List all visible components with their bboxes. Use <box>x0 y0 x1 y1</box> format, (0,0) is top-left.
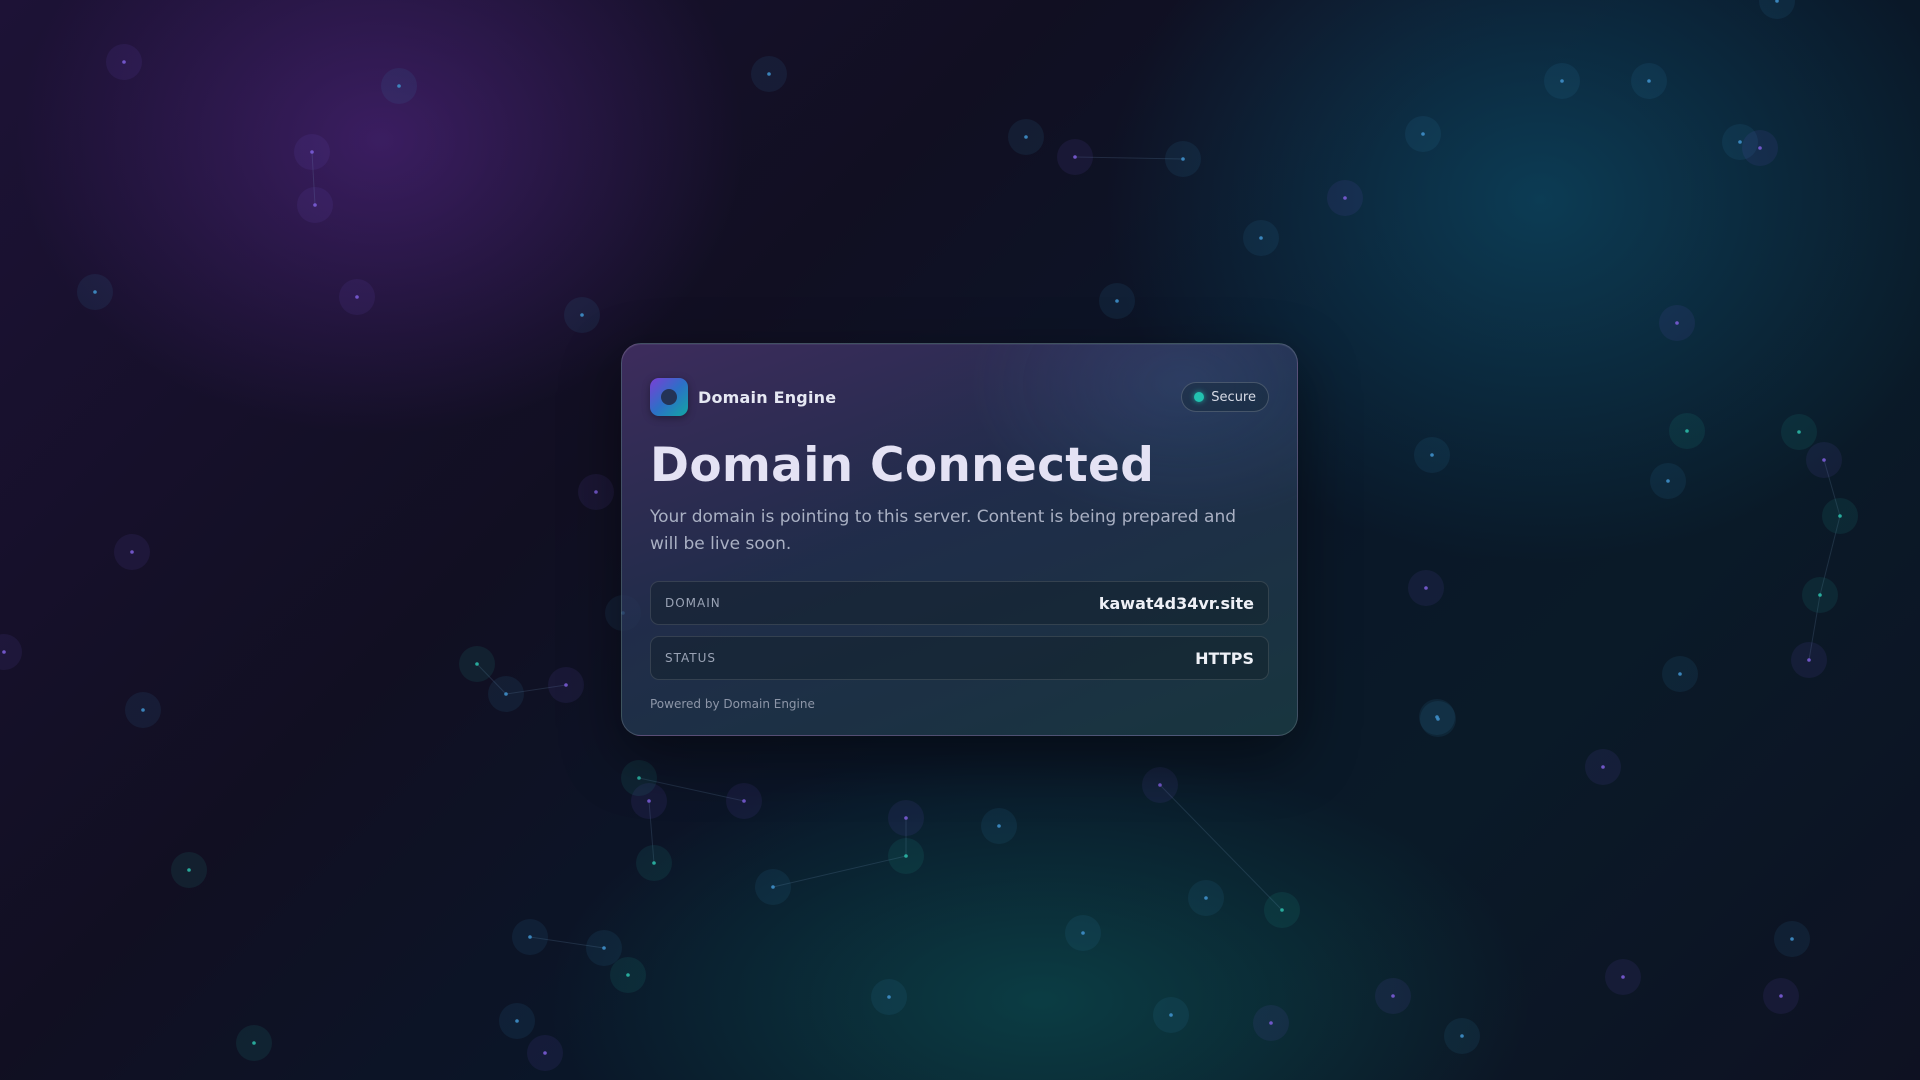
star <box>1685 429 1689 433</box>
star <box>1115 299 1119 303</box>
star <box>742 799 746 803</box>
star <box>130 550 134 554</box>
domain-status-card: Domain Engine Secure Domain Connected Yo… <box>621 343 1298 736</box>
star <box>1675 321 1679 325</box>
status-row: STATUS HTTPS <box>650 636 1269 680</box>
card-header: Domain Engine Secure <box>650 378 1269 416</box>
secure-badge: Secure <box>1181 382 1269 412</box>
star <box>767 72 771 76</box>
domain-label: DOMAIN <box>665 596 721 610</box>
star <box>122 60 126 64</box>
star <box>1169 1013 1173 1017</box>
star <box>187 868 191 872</box>
star <box>997 824 1001 828</box>
star <box>1343 196 1347 200</box>
star <box>1424 586 1428 590</box>
star <box>1073 155 1077 159</box>
star <box>504 692 508 696</box>
star <box>1818 593 1822 597</box>
star-glow <box>1759 0 1795 19</box>
star <box>1024 135 1028 139</box>
brand: Domain Engine <box>650 378 836 416</box>
star <box>904 816 908 820</box>
star <box>580 313 584 317</box>
page-title: Domain Connected <box>650 438 1155 493</box>
star <box>1647 79 1651 83</box>
domain-value: kawat4d34vr.site <box>1098 593 1254 613</box>
star <box>1838 514 1842 518</box>
star <box>602 946 606 950</box>
star <box>475 662 479 666</box>
star <box>1269 1021 1273 1025</box>
star <box>594 490 598 494</box>
star <box>1807 658 1811 662</box>
star <box>528 935 532 939</box>
star <box>1790 937 1794 941</box>
star <box>647 799 651 803</box>
powered-by-footer: Powered by Domain Engine <box>650 697 815 711</box>
star <box>887 995 891 999</box>
domain-row: DOMAIN kawat4d34vr.site <box>650 581 1269 625</box>
star <box>1738 140 1742 144</box>
star <box>1430 453 1434 457</box>
star <box>1259 236 1263 240</box>
star <box>252 1041 256 1045</box>
page-description: Your domain is pointing to this server. … <box>650 507 1237 554</box>
star <box>1601 765 1605 769</box>
star <box>141 708 145 712</box>
star <box>1666 479 1670 483</box>
star <box>652 861 656 865</box>
secure-badge-label: Secure <box>1211 389 1256 405</box>
star <box>1560 79 1564 83</box>
star-link <box>772 855 907 888</box>
star <box>1758 146 1762 150</box>
status-label: STATUS <box>665 651 717 665</box>
star <box>515 1019 519 1023</box>
star <box>1779 994 1783 998</box>
star <box>93 290 97 294</box>
star <box>1621 975 1625 979</box>
star <box>2 650 6 654</box>
star <box>1391 994 1395 998</box>
star <box>1204 896 1208 900</box>
star <box>355 295 359 299</box>
star <box>543 1051 547 1055</box>
brand-name: Domain Engine <box>698 387 837 407</box>
star <box>1822 458 1826 462</box>
star <box>1158 783 1162 787</box>
star <box>1081 931 1085 935</box>
status-dot-icon <box>1194 392 1205 402</box>
star <box>1460 1034 1464 1038</box>
star <box>1181 157 1185 161</box>
star <box>1797 430 1801 434</box>
status-value: HTTPS <box>1195 648 1254 668</box>
star <box>313 203 317 207</box>
star <box>904 854 908 858</box>
star <box>1421 132 1425 136</box>
star <box>771 885 775 889</box>
domain-engine-logo-icon <box>650 378 688 416</box>
star <box>397 84 401 88</box>
star <box>637 776 641 780</box>
star <box>1280 908 1284 912</box>
star <box>564 683 568 687</box>
star <box>1678 672 1682 676</box>
star <box>626 973 630 977</box>
star <box>310 150 314 154</box>
star <box>1436 717 1440 721</box>
